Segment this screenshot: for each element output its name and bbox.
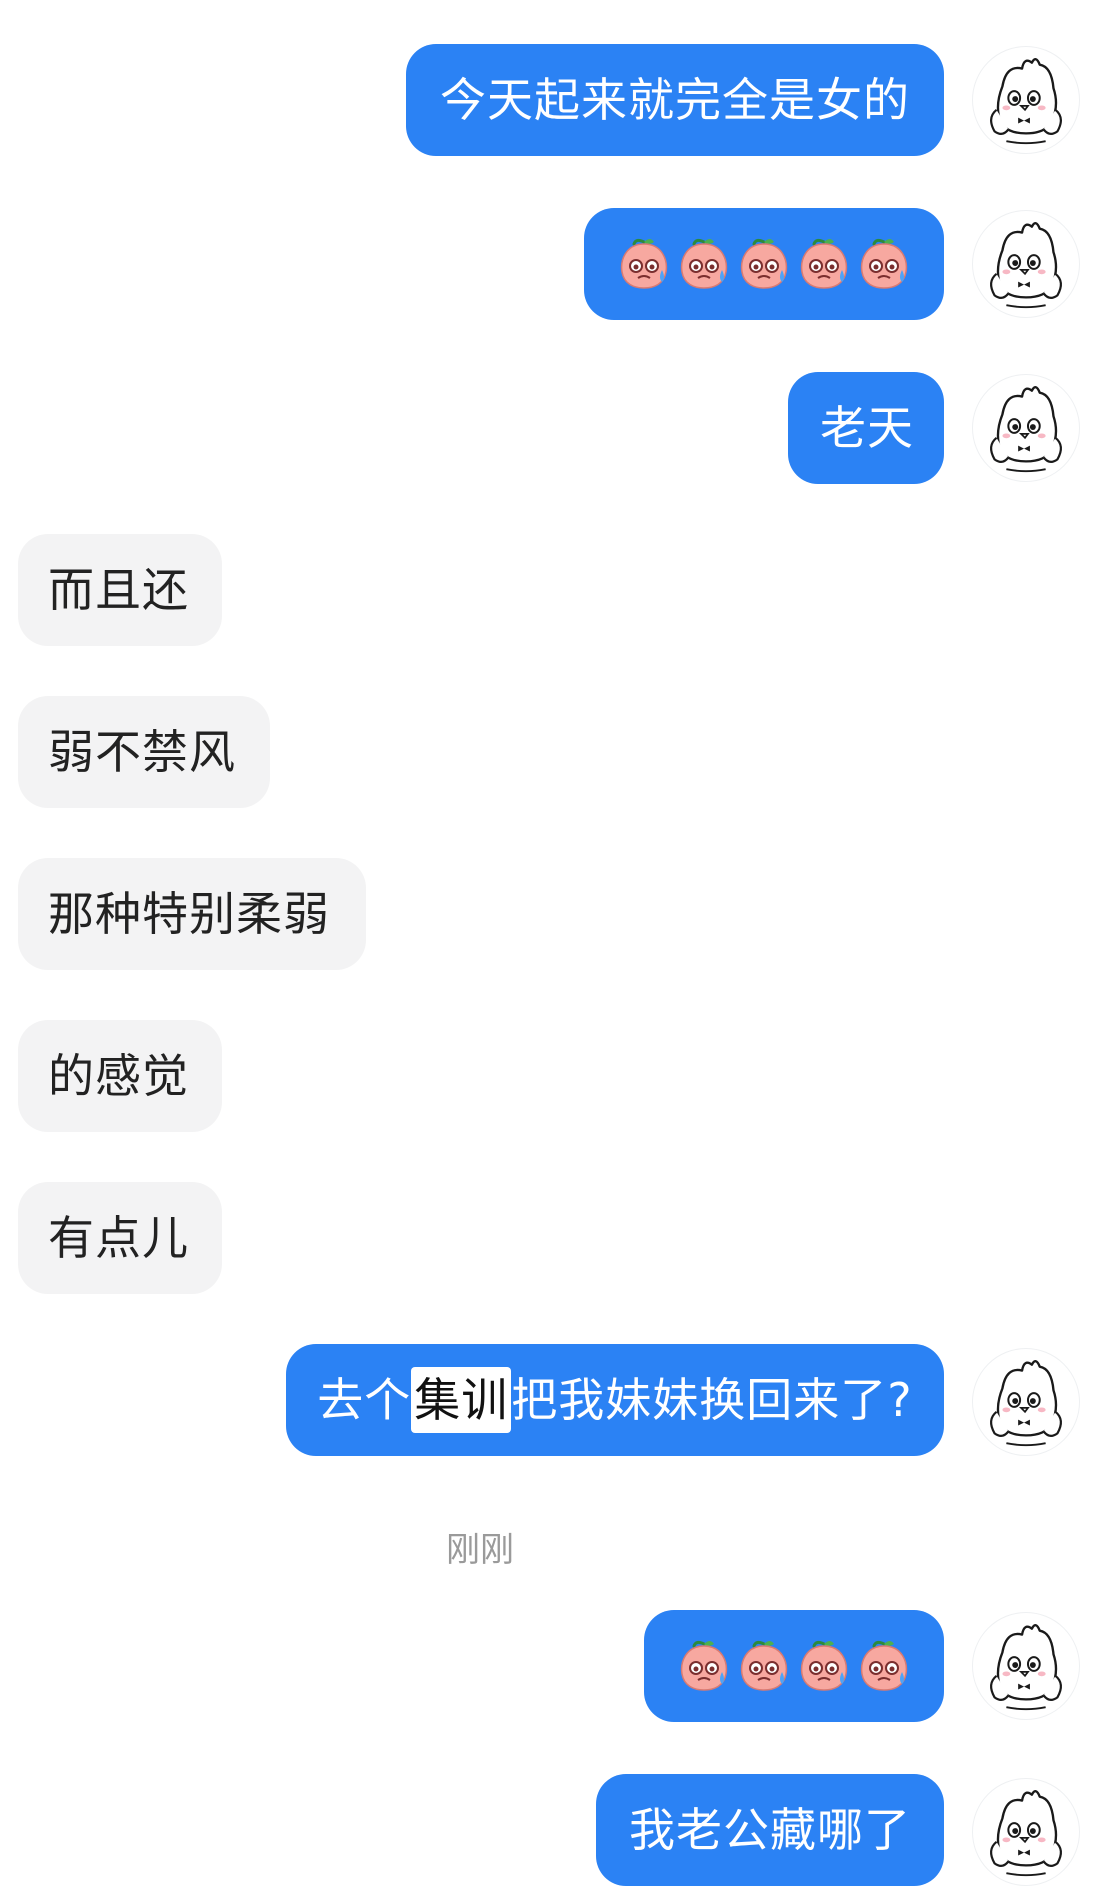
user-avatar[interactable] [972,1348,1080,1456]
message-text: 老天 [820,401,914,455]
message-text: 弱不禁风 [48,725,236,779]
outgoing-message-bubble[interactable]: 今天起来就完全是女的 [406,44,944,156]
message-text: 今天起来就完全是女的 [440,73,910,127]
emoji-row [644,1610,944,1722]
message-text: 那种特别柔弱 [48,887,330,941]
cartoon-chick-icon [990,1360,1062,1447]
peach-sweat-emoji-icon [860,238,908,289]
peach-sweat-emoji-icon [740,238,788,289]
selected-text-highlight[interactable]: 集训 [411,1366,512,1433]
outgoing-message-bubble[interactable]: 老天 [788,372,944,484]
outgoing-emoji-bubble[interactable] [584,208,944,320]
peach-sweat-emoji-icon [740,1640,788,1691]
message-text: 的感觉 [48,1049,189,1103]
outgoing-emoji-bubble[interactable] [644,1610,944,1722]
peach-sweat-emoji-icon [680,1640,728,1691]
message-text: 有点儿 [48,1211,189,1265]
user-avatar[interactable] [972,1778,1080,1886]
incoming-message-bubble[interactable]: 弱不禁风 [18,696,270,808]
message-timestamp: 刚刚 [446,1530,514,1570]
peach-sweat-emoji-icon [620,238,668,289]
peach-sweat-emoji-icon [680,238,728,289]
message-text: 而且还 [48,563,189,617]
peach-sweat-emoji-icon [860,1640,908,1691]
cartoon-chick-icon [990,222,1062,309]
peach-sweat-emoji-icon [800,1640,848,1691]
incoming-message-bubble[interactable]: 有点儿 [18,1182,222,1294]
cartoon-chick-icon [990,58,1062,145]
message-text-before: 去个 [317,1373,412,1427]
user-avatar[interactable] [972,46,1080,154]
cartoon-chick-icon [990,1790,1062,1877]
outgoing-message-bubble[interactable]: 去个集训把我妹妹换回来了? [286,1344,944,1456]
user-avatar[interactable] [972,210,1080,318]
incoming-message-bubble[interactable]: 而且还 [18,534,222,646]
cartoon-chick-icon [990,386,1062,473]
outgoing-message-bubble[interactable]: 我老公藏哪了 [596,1774,944,1886]
message-text-after: 把我妹妹换回来了? [511,1373,913,1427]
message-text: 我老公藏哪了 [629,1803,911,1857]
incoming-message-bubble[interactable]: 的感觉 [18,1020,222,1132]
peach-sweat-emoji-icon [800,238,848,289]
user-avatar[interactable] [972,374,1080,482]
user-avatar[interactable] [972,1612,1080,1720]
cartoon-chick-icon [990,1624,1062,1711]
emoji-row [584,208,944,320]
incoming-message-bubble[interactable]: 那种特别柔弱 [18,858,366,970]
